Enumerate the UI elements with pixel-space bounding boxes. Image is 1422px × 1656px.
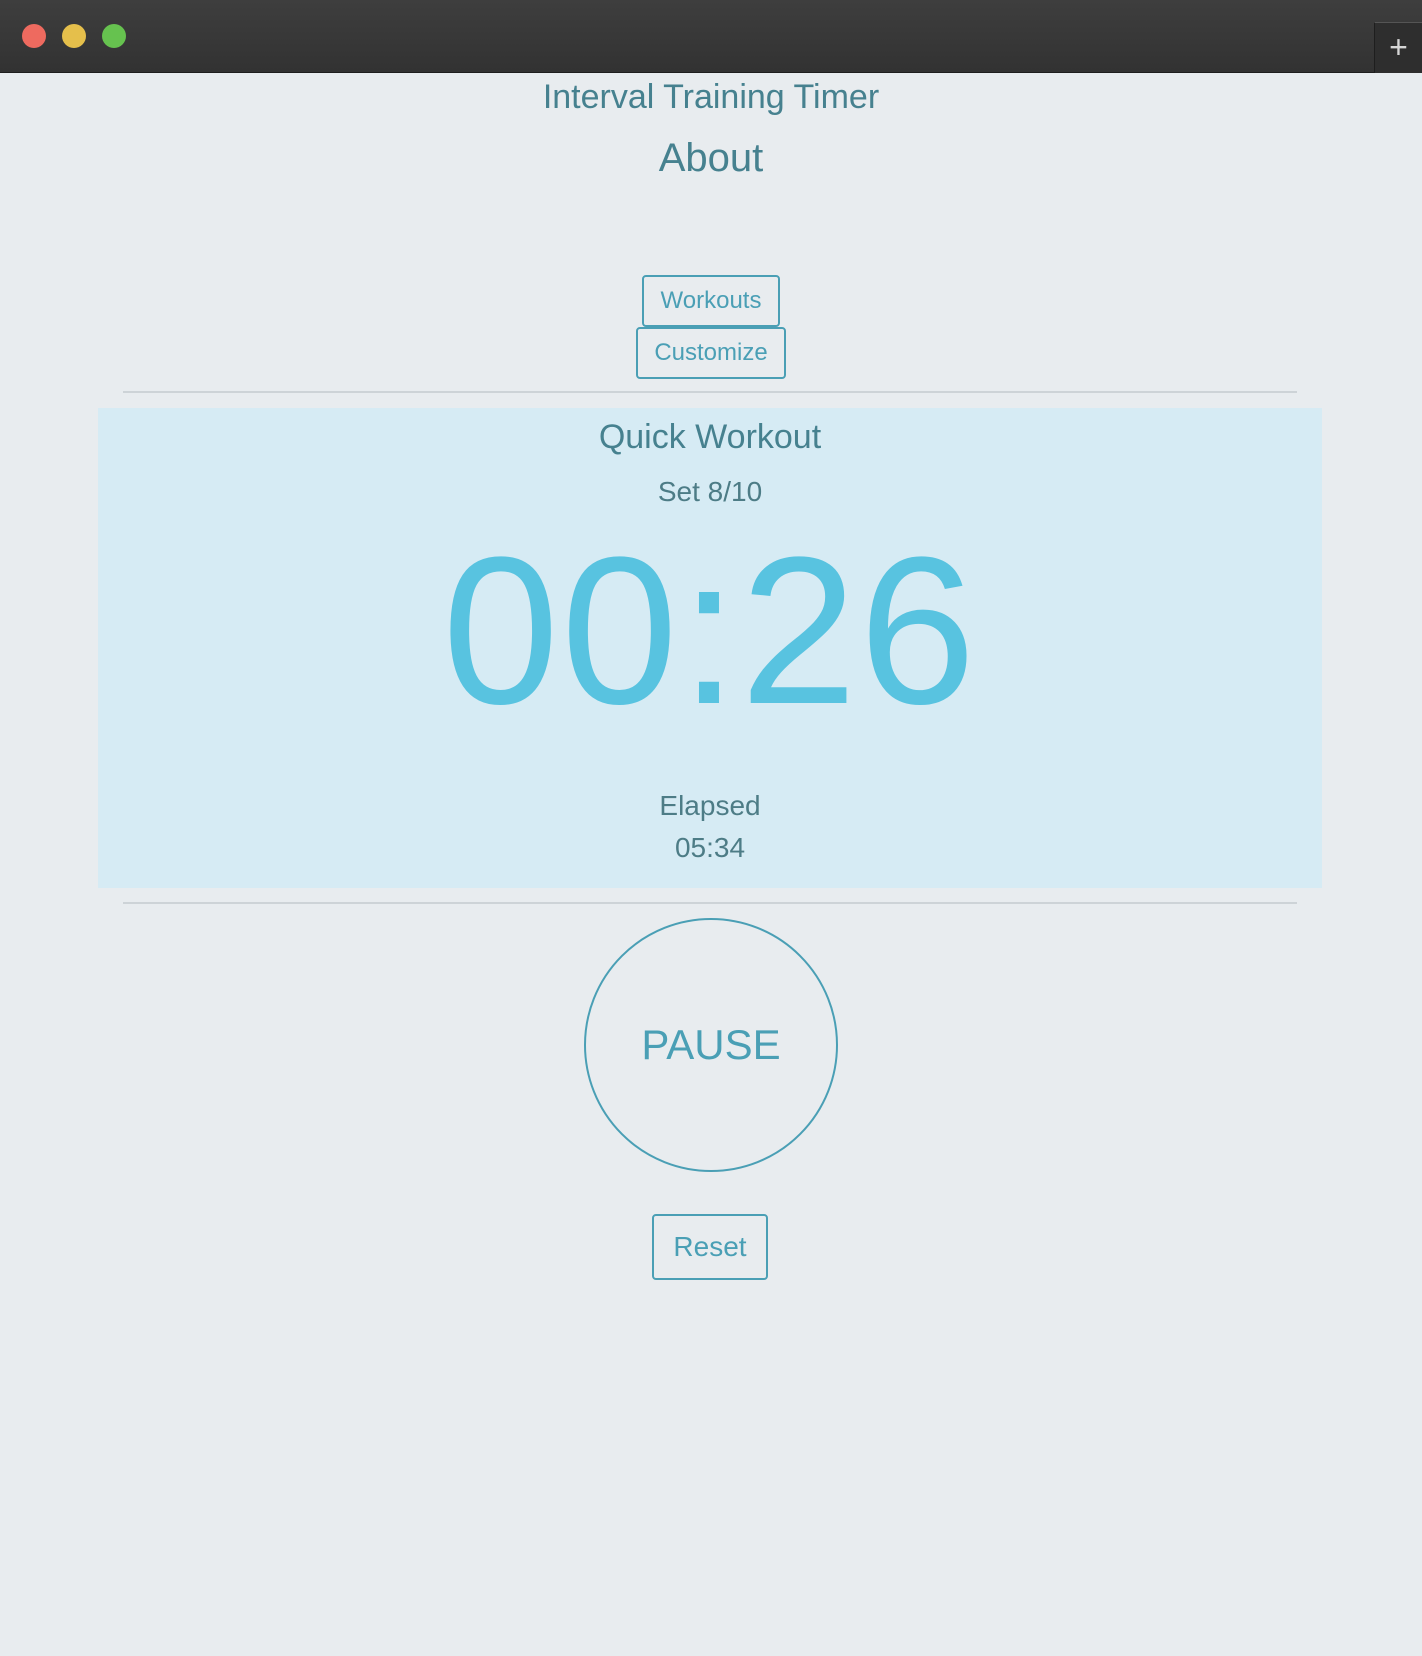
workout-name: Quick Workout bbox=[598, 418, 822, 456]
elapsed-label: Elapsed bbox=[659, 790, 761, 821]
plus-icon: + bbox=[1389, 29, 1408, 65]
app-title: Interval Training Timer bbox=[542, 78, 880, 116]
pause-button[interactable]: PAUSE bbox=[584, 918, 838, 1172]
reset-button[interactable]: Reset bbox=[652, 1214, 768, 1280]
divider bbox=[123, 391, 1297, 393]
close-window-button[interactable] bbox=[22, 24, 46, 48]
customize-button[interactable]: Customize bbox=[636, 327, 786, 379]
minimize-window-button[interactable] bbox=[62, 24, 86, 48]
about-link[interactable]: About bbox=[0, 133, 1422, 183]
timer-panel: Quick Workout Set 8/10 00:26 Elapsed 05:… bbox=[98, 408, 1322, 888]
workouts-button[interactable]: Workouts bbox=[642, 275, 780, 327]
countdown-display: 00:26 bbox=[442, 513, 978, 748]
app-content: Interval Training Timer About Workouts C… bbox=[0, 73, 1422, 1656]
set-counter: Set 8/10 bbox=[657, 476, 763, 507]
window-titlebar: + bbox=[0, 0, 1422, 73]
new-tab-button[interactable]: + bbox=[1374, 22, 1422, 73]
elapsed-value: 05:34 bbox=[674, 832, 746, 863]
divider bbox=[123, 902, 1297, 904]
maximize-window-button[interactable] bbox=[102, 24, 126, 48]
